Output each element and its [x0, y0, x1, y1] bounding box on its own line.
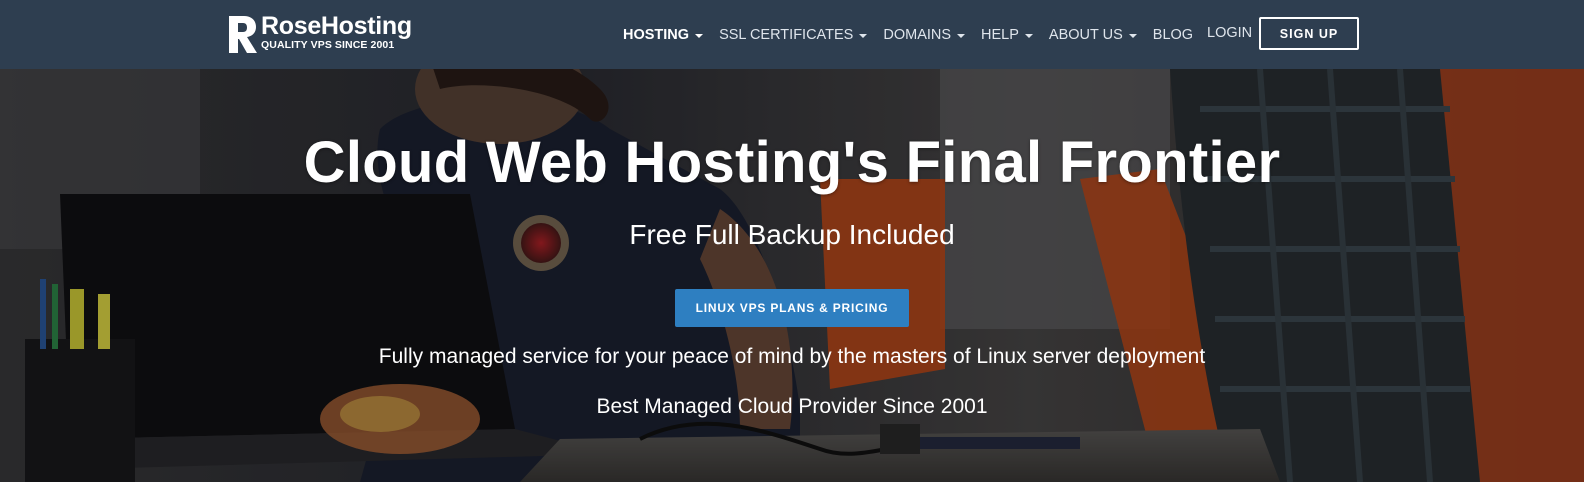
nav-item-ssl-certificates[interactable]: SSL CERTIFICATES — [719, 26, 868, 43]
caret-down-icon — [859, 33, 868, 38]
main-nav: HOSTING SSL CERTIFICATES DOMAINS HELP AB… — [623, 0, 1209, 69]
hero-title: Cloud Web Hosting's Final Frontier — [303, 130, 1281, 195]
signup-button[interactable]: SIGN UP — [1259, 17, 1359, 50]
caret-down-icon — [1128, 33, 1137, 38]
caret-down-icon — [695, 33, 704, 38]
linux-vps-plans-button[interactable]: LINUX VPS PLANS & PRICING — [675, 289, 909, 327]
nav-item-domains[interactable]: DOMAINS — [883, 26, 966, 43]
hero-tagline: Fully managed service for your peace of … — [378, 345, 1206, 368]
nav-label: HOSTING — [623, 26, 690, 43]
nav-item-about-us[interactable]: ABOUT US — [1049, 27, 1137, 43]
logo-tagline: QUALITY VPS SINCE 2001 — [261, 39, 395, 51]
hero-subtitle: Free Full Backup Included — [629, 219, 955, 250]
nav-item-hosting[interactable]: HOSTING — [623, 26, 704, 43]
caret-down-icon — [957, 33, 966, 38]
logo-text: RoseHosting QUALITY VPS SINCE 2001 — [261, 12, 412, 52]
nav-label: HELP — [981, 26, 1019, 43]
caret-down-icon — [1024, 33, 1033, 38]
nav-label: SSL CERTIFICATES — [719, 26, 854, 43]
login-link[interactable]: LOGIN — [1207, 25, 1252, 41]
logo-name: RoseHosting — [261, 12, 412, 40]
nav-item-help[interactable]: HELP — [981, 27, 1033, 43]
site-header: RoseHosting QUALITY VPS SINCE 2001 HOSTI… — [0, 0, 1584, 69]
nav-label: DOMAINS — [883, 26, 952, 43]
hero-section: Cloud Web Hosting's Final Frontier Free … — [0, 69, 1584, 482]
nav-label: ABOUT US — [1048, 26, 1123, 43]
hero-since-text: Best Managed Cloud Provider Since 2001 — [596, 395, 988, 418]
nav-item-blog[interactable]: BLOG — [1153, 27, 1193, 43]
logo-mark-icon — [229, 16, 257, 53]
logo[interactable]: RoseHosting QUALITY VPS SINCE 2001 — [228, 14, 412, 54]
nav-label: BLOG — [1152, 26, 1194, 43]
